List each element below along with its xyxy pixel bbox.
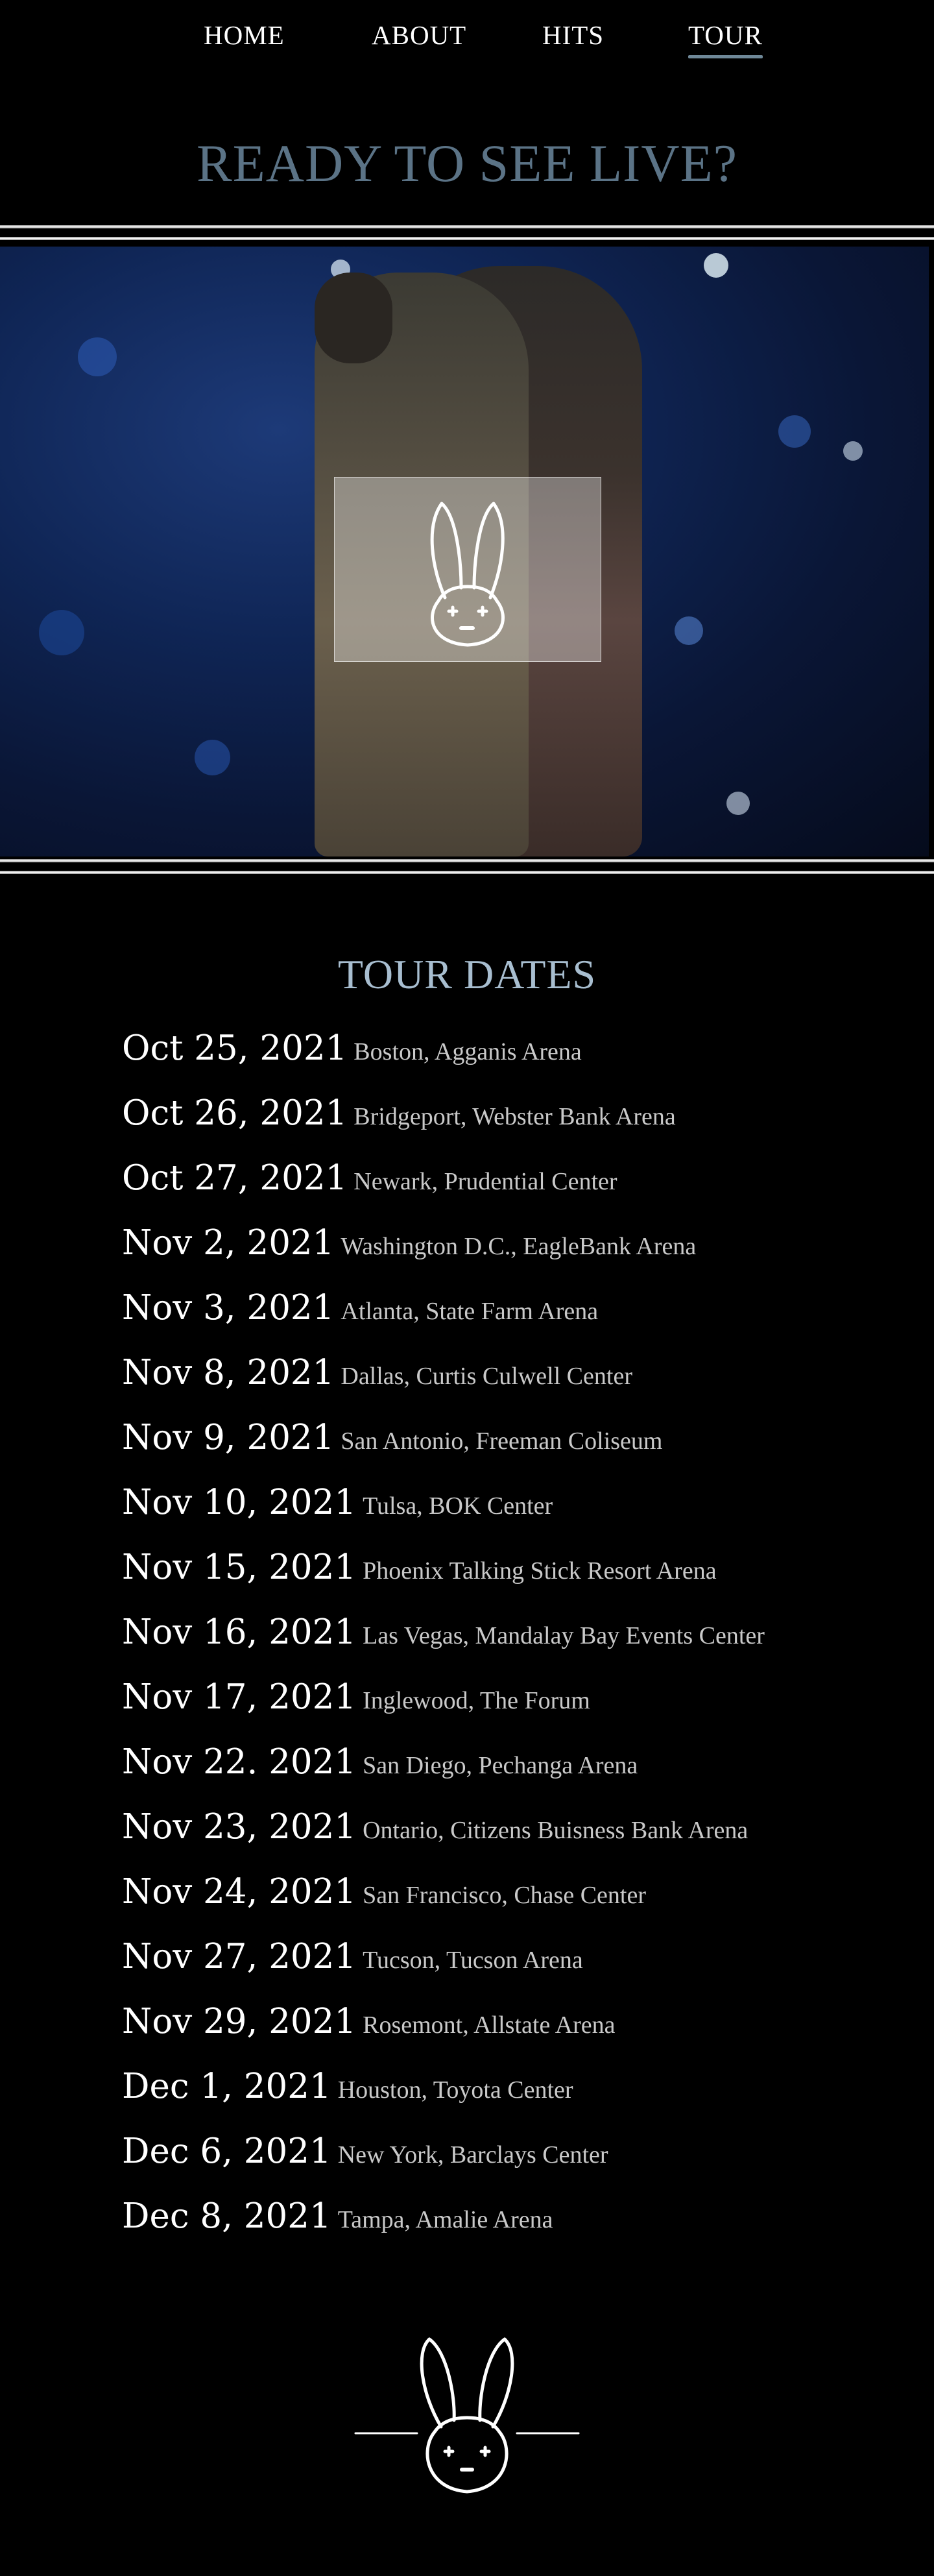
hero-top-divider [0, 224, 934, 243]
tour-date: Nov 3, 2021 [122, 1288, 335, 1328]
tour-venue: San Antonio, Freeman Coliseum [341, 1428, 663, 1455]
tour-date-item: Nov 3, 2021 Atlanta, State Farm Arena [122, 1288, 913, 1353]
tour-venue: Tulsa, BOK Center [363, 1492, 553, 1520]
performer-head [315, 273, 392, 363]
tour-venue: Inglewood, The Forum [363, 1687, 590, 1714]
tour-date-item: Nov 27, 2021 Tucson, Tucson Arena [122, 1937, 913, 2002]
tour-date-item: Nov 2, 2021 Washington D.C., EagleBank Ar… [122, 1223, 913, 1288]
tour-venue: Newark, Prudential Center [353, 1168, 617, 1195]
tour-date-item: Nov 16, 2021 Las Vegas, Mandalay Bay Even… [122, 1612, 913, 1677]
tour-dates-title: TOUR DATES [337, 951, 597, 997]
tour-venue: Phoenix Talking Stick Resort Arena [363, 1557, 717, 1585]
hero-logo-box [334, 477, 601, 662]
tour-date-item: Dec 8, 2021 Tampa, Amalie Arena [122, 2196, 913, 2261]
tour-venue: Dallas, Curtis Culwell Center [341, 1363, 632, 1390]
tour-date-item: Nov 29, 2021 Rosemont, Allstate Arena [122, 2002, 913, 2067]
tour-date-item: Nov 23, 2021 Ontario, Citizens Buisness B… [122, 1807, 913, 1872]
nav-tour-link[interactable]: TOUR [688, 19, 763, 58]
tour-date: Nov 9, 2021 [122, 1418, 335, 1457]
tour-date-item: Nov 22. 2021 San Diego, Pechanga Arena [122, 1742, 913, 1807]
tour-venue: Rosemont, Allstate Arena [363, 2011, 616, 2039]
tour-venue: Boston, Agganis Arena [353, 1038, 582, 1065]
tour-venue: New York, Barclays Center [337, 2141, 608, 2169]
tour-date-item: Oct 26, 2021 Bridgeport, Webster Bank Are… [122, 1093, 913, 1158]
tour-date: Nov 10, 2021 [122, 1483, 357, 1522]
tour-date: Nov 16, 2021 [122, 1612, 357, 1652]
tour-date: Dec 8, 2021 [122, 2196, 331, 2236]
tour-date: Nov 27, 2021 [122, 1937, 357, 1976]
bunny-logo-icon [430, 502, 505, 647]
tour-venue: Ontario, Citizens Buisness Bank Arena [363, 1817, 748, 1844]
tour-venue: San Francisco, Chase Center [363, 1882, 646, 1909]
tour-venue: Atlanta, State Farm Arena [341, 1298, 599, 1325]
tour-venue: Bridgeport, Webster Bank Arena [353, 1103, 676, 1130]
tour-date-item: Nov 9, 2021 San Antonio, Freeman Coliseum [122, 1418, 913, 1483]
tour-date-item: Nov 24, 2021 San Francisco, Chase Center [122, 1872, 913, 1937]
tour-date: Nov 23, 2021 [122, 1807, 357, 1847]
tour-dates-list: Oct 25, 2021 Boston, Agganis Arena Oct 26… [122, 1028, 913, 2261]
nav-hits-link[interactable]: HITS [542, 19, 604, 51]
tour-date-item: Dec 1, 2021 Houston, Toyota Center [122, 2067, 913, 2132]
bunny-logo-icon [354, 2337, 580, 2494]
tour-date: Nov 22. 2021 [122, 1742, 357, 1782]
tour-date: Dec 1, 2021 [122, 2067, 331, 2106]
hero-bottom-divider [0, 858, 934, 877]
main-nav: HOME ABOUT HITS TOUR [0, 0, 934, 71]
tour-date-item: Dec 6, 2021 New York, Barclays Center [122, 2132, 913, 2196]
tour-date: Dec 6, 2021 [122, 2132, 331, 2171]
tour-date: Nov 15, 2021 [122, 1548, 357, 1587]
nav-about-link[interactable]: ABOUT [372, 19, 466, 51]
hero-title: READY TO SEE LIVE? [196, 134, 738, 193]
tour-venue: San Diego, Pechanga Arena [363, 1752, 638, 1779]
tour-date: Oct 27, 2021 [122, 1158, 348, 1198]
tour-date: Nov 24, 2021 [122, 1872, 357, 1912]
tour-date: Nov 8, 2021 [122, 1353, 335, 1392]
tour-venue: Washington D.C., EagleBank Arena [341, 1233, 697, 1260]
tour-venue: Las Vegas, Mandalay Bay Events Center [363, 1622, 765, 1649]
tour-date: Nov 17, 2021 [122, 1677, 357, 1717]
tour-date-item: Nov 15, 2021 Phoenix Talking Stick Resort… [122, 1548, 913, 1612]
tour-venue: Tucson, Tucson Arena [363, 1947, 583, 1974]
tour-date: Nov 2, 2021 [122, 1223, 335, 1263]
tour-date: Oct 26, 2021 [122, 1093, 348, 1133]
nav-home-link[interactable]: HOME [204, 19, 285, 51]
tour-date-item: Nov 10, 2021 Tulsa, BOK Center [122, 1483, 913, 1548]
tour-date-item: Oct 27, 2021 Newark, Prudential Center [122, 1158, 913, 1223]
tour-date-item: Oct 25, 2021 Boston, Agganis Arena [122, 1028, 913, 1093]
tour-date: Oct 25, 2021 [122, 1028, 348, 1068]
footer-logo [350, 2336, 584, 2498]
tour-date: Nov 29, 2021 [122, 2002, 357, 2041]
tour-venue: Houston, Toyota Center [337, 2076, 573, 2104]
tour-date-item: Nov 17, 2021 Inglewood, The Forum [122, 1677, 913, 1742]
tour-date-item: Nov 8, 2021 Dallas, Curtis Culwell Center [122, 1353, 913, 1418]
tour-venue: Tampa, Amalie Arena [337, 2206, 553, 2233]
